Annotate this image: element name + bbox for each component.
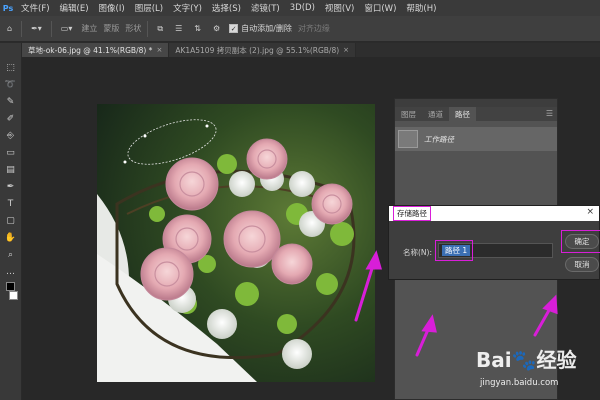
panel-tab-bar: 图层 通道 路径 ☰ [395, 107, 557, 121]
background-color-swatch[interactable] [9, 291, 18, 300]
tools-panel: ⬚ ➰ ✎ ✐ ⎆ ▭ ▤ ✒ T ▢ ✋ ⌕ … [0, 43, 22, 400]
baidu-logo: Bai🐾经验 [476, 348, 577, 372]
menu-image[interactable]: 图像(I) [94, 2, 130, 14]
menu-bar: Ps 文件(F) 编辑(E) 图像(I) 图层(L) 文字(Y) 选择(S) 滤… [0, 0, 600, 16]
tab-channels[interactable]: 通道 [422, 107, 449, 121]
path-list-item[interactable]: 工作路径 [395, 127, 557, 151]
document-canvas[interactable] [97, 104, 375, 382]
panel-header [395, 99, 557, 107]
menu-filter[interactable]: 滤镜(T) [246, 2, 285, 14]
eraser-tool-icon[interactable]: ▭ [4, 146, 18, 159]
name-field-label: 名称(N): [403, 248, 432, 257]
menu-select[interactable]: 选择(S) [207, 2, 246, 14]
menu-file[interactable]: 文件(F) [16, 2, 55, 14]
menu-help[interactable]: 帮助(H) [401, 2, 441, 14]
auto-add-delete-label: 自动添加/删除 [241, 24, 292, 33]
path-thumbnail [398, 130, 418, 148]
ok-annotation-box [561, 230, 600, 253]
gear-icon[interactable]: ⚙ [210, 21, 223, 37]
close-icon[interactable]: × [586, 207, 594, 217]
shape-button[interactable]: 形状 [125, 23, 141, 34]
options-bar: ⌂ ✒▾ ▭▾ 建立 蒙版 形状 ⧉ ☰ ⇅ ⚙ ✓ 自动添加/删除 对齐边缘 [0, 16, 600, 42]
foreground-color-swatch[interactable] [6, 282, 15, 291]
work-path-label: 工作路径 [424, 134, 454, 144]
panel-menu-icon[interactable]: ☰ [546, 109, 553, 118]
tab-paths[interactable]: 路径 [449, 107, 476, 121]
hand-tool-icon[interactable]: ✋ [4, 231, 18, 244]
tab-layers[interactable]: 图层 [395, 107, 422, 121]
home-icon[interactable]: ⌂ [4, 21, 15, 37]
menu-window[interactable]: 窗口(W) [359, 2, 401, 14]
menu-view[interactable]: 视图(V) [320, 2, 359, 14]
photoshop-logo-icon[interactable]: Ps [0, 0, 16, 16]
divider [50, 20, 52, 37]
menu-type[interactable]: 文字(Y) [168, 2, 207, 14]
brush-tool-icon[interactable]: ✐ [4, 112, 18, 125]
more-tools-icon[interactable]: … [4, 265, 18, 278]
bouquet-photo [97, 104, 375, 382]
mask-button[interactable]: 蒙版 [103, 23, 119, 34]
type-tool-icon[interactable]: T [4, 197, 18, 210]
menu-layer[interactable]: 图层(L) [130, 2, 168, 14]
pen-tool-icon[interactable]: ✒ [4, 180, 18, 193]
auto-add-delete-checkbox[interactable]: ✓ 自动添加/删除 [229, 23, 292, 34]
document-tab-bar: 草地-ok-06.jpg @ 41.1%(RGB/8) * × AK1A5109… [22, 43, 600, 57]
document-tab-label: AK1A5109 拷贝副本 (2).jpg @ 55.1%(RGB/8) [175, 45, 340, 55]
make-selection-button[interactable]: 建立 [81, 23, 97, 34]
gradient-tool-icon[interactable]: ▤ [4, 163, 18, 176]
cancel-button[interactable]: 取消 [565, 257, 599, 272]
eyedropper-tool-icon[interactable]: ✎ [4, 95, 18, 108]
divider [21, 20, 23, 37]
dialog-title: 存储路径 [393, 206, 431, 221]
shape-tool-icon[interactable]: ▢ [4, 214, 18, 227]
menu-3d[interactable]: 3D(D) [285, 3, 320, 13]
close-icon[interactable]: × [343, 46, 349, 54]
path-mode-dropdown[interactable]: ▭▾ [58, 21, 76, 37]
path-arrangement-icon[interactable]: ⇅ [191, 21, 204, 37]
marquee-tool-icon[interactable]: ⬚ [4, 61, 18, 74]
document-tab-active[interactable]: 草地-ok-06.jpg @ 41.1%(RGB/8) * × [22, 43, 170, 57]
document-tab-label: 草地-ok-06.jpg @ 41.1%(RGB/8) * [28, 45, 153, 55]
close-icon[interactable]: × [156, 46, 162, 54]
lasso-tool-icon[interactable]: ➰ [4, 78, 18, 91]
stamp-tool-icon[interactable]: ⎆ [4, 129, 18, 142]
path-alignment-icon[interactable]: ☰ [172, 21, 185, 37]
divider [147, 20, 149, 37]
zoom-tool-icon[interactable]: ⌕ [4, 248, 18, 261]
dialog-title-bar: 存储路径 × [389, 206, 599, 221]
document-tab[interactable]: AK1A5109 拷贝副本 (2).jpg @ 55.1%(RGB/8) × [169, 43, 357, 57]
baidu-jingyan-watermark: Bai🐾经验 jingyan.baidu.com [470, 344, 596, 396]
pen-tool-preset-icon[interactable]: ✒▾ [28, 21, 45, 37]
name-annotation-box [435, 240, 473, 261]
path-operations-icon[interactable]: ⧉ [154, 21, 166, 37]
save-path-dialog: 存储路径 × 名称(N): 路径 1 确定 取消 [388, 205, 600, 280]
checkmark-icon: ✓ [229, 24, 239, 33]
menu-edit[interactable]: 编辑(E) [55, 2, 94, 14]
align-edges-checkbox[interactable]: 对齐边缘 [298, 23, 330, 34]
watermark-url: jingyan.baidu.com [480, 378, 559, 388]
